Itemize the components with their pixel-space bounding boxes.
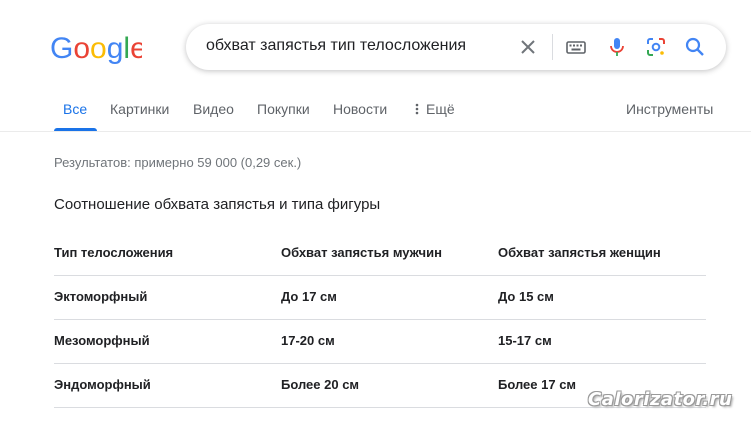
search-box[interactable]: обхват запястья тип телосложения [186,24,726,70]
table-header-cell: Тип телосложения [54,245,174,260]
logo-letter: l [123,32,130,65]
search-input[interactable]: обхват запястья тип телосложения [206,37,466,55]
logo-letter: G [50,32,73,65]
table-cell: Более 17 см [498,377,577,392]
more-vert-icon [415,103,419,115]
snippet-table: Тип телосложения Обхват запястья мужчин … [54,232,706,408]
watermark: Calorizator.ru [588,389,733,410]
search-divider [552,34,553,60]
tab-all[interactable]: Все [63,101,87,117]
logo-letter: g [107,32,124,65]
table-row: Эктоморфный До 17 см До 15 см [54,276,706,320]
microphone-icon[interactable] [605,35,629,59]
table-cell: 17-20 см [281,333,335,348]
logo-letter: o [73,32,90,65]
table-cell: До 15 см [498,289,554,304]
table-cell: До 17 см [281,289,337,304]
search-tabs: Все Картинки Видео Покупки Новости Ещё И… [0,96,751,132]
table-row: Мезоморфный 17-20 см 15-17 см [54,320,706,364]
tab-news[interactable]: Новости [333,101,387,117]
tab-more[interactable]: Ещё [414,101,455,117]
search-icon[interactable] [683,35,707,59]
tab-more-label: Ещё [426,101,455,117]
logo-letter: e [130,32,142,65]
table-cell: Мезоморфный [54,333,150,348]
tab-video[interactable]: Видео [193,101,234,117]
table-cell: Эндоморфный [54,377,151,392]
google-logo[interactable]: Google [50,31,147,65]
table-header-row: Тип телосложения Обхват запястья мужчин … [54,232,706,276]
logo-letter: o [90,32,107,65]
result-stats: Результатов: примерно 59 000 (0,29 сек.) [54,155,302,170]
keyboard-icon[interactable] [564,35,588,59]
tools-button[interactable]: Инструменты [626,101,713,117]
tabs-divider [0,131,751,132]
snippet-heading: Соотношение обхвата запястья и типа фигу… [54,196,381,213]
tab-shopping[interactable]: Покупки [257,101,310,117]
svg-text:Google: Google [50,32,142,65]
tab-images[interactable]: Картинки [110,101,169,117]
table-cell: 15-17 см [498,333,552,348]
clear-icon[interactable] [516,35,540,59]
table-header-cell: Обхват запястья мужчин [281,245,442,260]
table-header-cell: Обхват запястья женщин [498,245,661,260]
table-cell: Эктоморфный [54,289,148,304]
lens-icon[interactable] [644,35,668,59]
table-cell: Более 20 см [281,377,360,392]
